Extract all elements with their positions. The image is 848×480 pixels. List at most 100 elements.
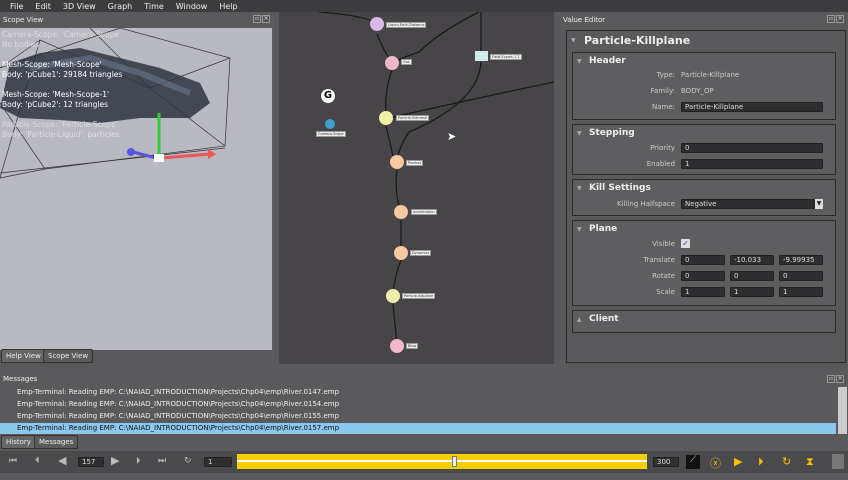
x-axis-icon	[161, 152, 211, 160]
translate-x-input[interactable]: 0	[681, 255, 725, 265]
overlay-line: Mesh-Scope: 'Mesh-Scope-1'	[2, 90, 110, 99]
close-icon[interactable]: ×	[836, 15, 844, 23]
menu-window[interactable]: Window	[176, 2, 208, 11]
step-back-icon[interactable]: ⏴	[35, 456, 40, 466]
collapse-icon[interactable]: ▼	[577, 226, 582, 233]
node-label: Blow	[406, 343, 419, 349]
expand-icon[interactable]: ▲	[577, 316, 582, 323]
float-icon[interactable]: ▫	[827, 15, 835, 23]
message-line[interactable]: Emp-Terminal: Reading EMP: C:\NAIAD_INTR…	[0, 387, 836, 398]
priority-input[interactable]: 0	[681, 143, 823, 153]
graph-view[interactable]: G	[279, 12, 554, 364]
close-icon[interactable]: ×	[836, 375, 844, 383]
options-button[interactable]	[832, 454, 844, 469]
overlay-line: Body: 'pCube1': 29184 triangles	[2, 70, 123, 79]
graph-node[interactable]	[385, 56, 399, 70]
collapse-icon[interactable]: ▼	[577, 185, 582, 192]
current-frame-input[interactable]: 157	[78, 457, 104, 467]
run-icon[interactable]: ▶	[734, 455, 742, 468]
loop-icon[interactable]: ↻	[184, 456, 192, 466]
start-frame-input[interactable]: 1	[204, 457, 232, 467]
family-value: BODY_OP	[681, 87, 714, 95]
enabled-input[interactable]: 1	[681, 159, 823, 169]
tab-help-view[interactable]: Help View	[1, 349, 46, 363]
group-icon[interactable]: G	[321, 89, 335, 103]
graph-node[interactable]	[390, 155, 404, 169]
family-label: Family:	[650, 87, 675, 95]
rotate-z-input[interactable]: 0	[779, 271, 823, 281]
node-label: Particle-Killplane	[402, 293, 436, 299]
node-label: Product	[406, 160, 424, 166]
node-label: Acceleration	[411, 209, 437, 215]
graph-node[interactable]	[370, 17, 384, 31]
enabled-label: Enabled	[646, 160, 675, 168]
graph-node[interactable]	[394, 246, 408, 260]
tab-history[interactable]: History	[1, 435, 36, 449]
menu-help[interactable]: Help	[219, 2, 237, 11]
run-step-icon[interactable]: ⏵	[758, 455, 764, 469]
timeline-thumb[interactable]	[451, 456, 457, 467]
visible-label: Visible	[652, 239, 675, 248]
play-backward-icon[interactable]: ◀	[58, 454, 66, 467]
header-group: ▼ Header Type: Particle-Killplane Family: B…	[572, 52, 836, 120]
3d-viewport[interactable]: Camera-Scope: 'Camera-Scope' No bodies M…	[0, 28, 272, 350]
bookmark-icon[interactable]: ⧗	[806, 455, 814, 469]
stop-icon[interactable]: ⓧ	[710, 455, 721, 471]
mouse-cursor-icon: ➤	[447, 130, 457, 143]
tab-scope-view[interactable]: Scope View	[43, 349, 94, 363]
graph-node[interactable]	[325, 119, 335, 129]
graph-node[interactable]	[386, 289, 400, 303]
scale-y-input[interactable]: 1	[730, 287, 774, 297]
menu-file[interactable]: File	[10, 2, 23, 11]
collapse-icon[interactable]: ▼	[577, 58, 582, 65]
collapse-icon[interactable]: ▼	[571, 37, 576, 44]
curve-editor-icon[interactable]: ⟋	[686, 455, 700, 469]
collapse-icon[interactable]: ▼	[577, 130, 582, 137]
halfspace-select[interactable]: Negative	[681, 199, 815, 209]
halfspace-label: Killing Halfspace	[617, 200, 675, 208]
graph-node[interactable]	[379, 111, 393, 125]
end-frame-input[interactable]: 300	[653, 457, 679, 467]
overlay-line: Particle-Scope: 'Particle-Scope'	[2, 120, 118, 129]
first-frame-icon[interactable]: ⏮	[9, 456, 17, 466]
message-line[interactable]: Emp-Terminal: Reading EMP: C:\NAIAD_INTR…	[0, 411, 836, 422]
translate-z-input[interactable]: -9.99935	[779, 255, 823, 265]
window-buttons: ▫ ×	[827, 15, 844, 23]
type-value: Particle-Killplane	[681, 71, 740, 79]
float-icon[interactable]: ▫	[253, 15, 261, 23]
last-frame-icon[interactable]: ⏭	[158, 456, 166, 466]
timeline-slider[interactable]	[237, 454, 647, 469]
name-input[interactable]: Particle-Killplane	[681, 102, 823, 112]
menu-time[interactable]: Time	[144, 2, 164, 11]
rotate-label: Rotate	[652, 272, 675, 280]
graph-node[interactable]	[390, 339, 404, 353]
scrollbar[interactable]	[838, 387, 847, 434]
tab-messages[interactable]: Messages	[34, 435, 79, 449]
scale-z-input[interactable]: 1	[779, 287, 823, 297]
stepping-group: ▼ Stepping Priority 0 Enabled 1	[572, 124, 836, 175]
node-label: Gas	[401, 59, 412, 65]
close-icon[interactable]: ×	[262, 15, 270, 23]
menu-graph[interactable]: Graph	[108, 2, 133, 11]
menu-3d-view[interactable]: 3D View	[63, 2, 96, 11]
node-name-title: Particle-Killplane	[584, 34, 691, 47]
scale-x-input[interactable]: 1	[681, 287, 725, 297]
graph-edges	[318, 12, 554, 345]
dropdown-arrow-icon[interactable]: ▼	[815, 199, 823, 209]
rotate-x-input[interactable]: 0	[681, 271, 725, 281]
rotate-y-input[interactable]: 0	[730, 271, 774, 281]
name-label: Name:	[651, 103, 675, 111]
step-forward-icon[interactable]: ⏵	[136, 456, 141, 466]
message-line-selected[interactable]: Emp-Terminal: Reading EMP: C:\NAIAD_INTR…	[0, 423, 836, 434]
translate-y-input[interactable]: -10.033	[730, 255, 774, 265]
refresh-icon[interactable]: ↻	[782, 455, 791, 468]
graph-node[interactable]	[394, 205, 408, 219]
scope-overlay: Camera-Scope: 'Camera-Scope' No bodies M…	[2, 30, 122, 140]
menu-edit[interactable]: Edit	[35, 2, 51, 11]
client-group: ▲ Client	[572, 310, 836, 333]
play-forward-icon[interactable]: ▶	[111, 454, 119, 467]
float-icon[interactable]: ▫	[827, 375, 835, 383]
visible-checkbox[interactable]: ✓	[681, 239, 690, 248]
graph-node[interactable]	[475, 51, 488, 61]
message-line[interactable]: Emp-Terminal: Reading EMP: C:\NAIAD_INTR…	[0, 399, 836, 410]
